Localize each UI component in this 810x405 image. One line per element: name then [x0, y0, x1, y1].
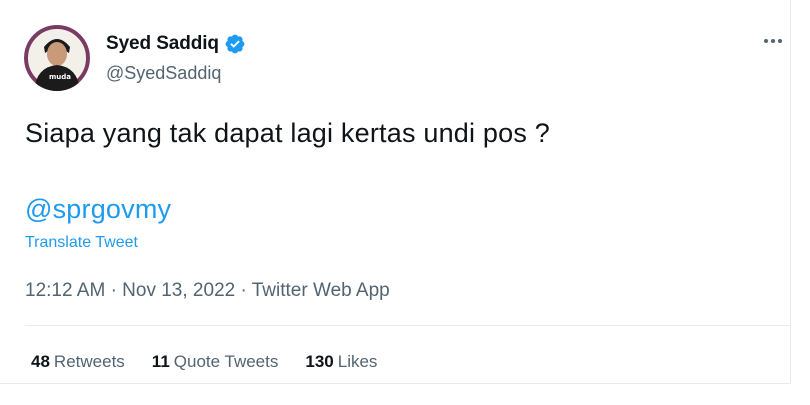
- meta-separator: ·: [110, 280, 117, 301]
- translate-tweet-link[interactable]: Translate Tweet: [25, 234, 138, 252]
- tweet-meta: 12:12 AM · Nov 13, 2022 · Twitter Web Ap…: [25, 280, 390, 302]
- quote-tweets-stat[interactable]: 11 Quote Tweets: [152, 352, 279, 372]
- retweets-count: 48: [31, 352, 50, 371]
- author-handle[interactable]: @SyedSaddiq: [106, 63, 221, 84]
- tweet-card: muda Syed Saddiq @SyedSaddiq Siapa yang …: [0, 0, 791, 384]
- more-options-icon[interactable]: [764, 36, 788, 46]
- verified-badge-icon: [224, 33, 246, 55]
- author-name-row: Syed Saddiq: [106, 33, 246, 55]
- likes-stat[interactable]: 130 Likes: [305, 352, 377, 372]
- dot: [778, 39, 782, 43]
- avatar-image: muda: [24, 25, 90, 91]
- engagement-stats: 48 Retweets 11 Quote Tweets 130 Likes: [31, 352, 377, 372]
- avatar[interactable]: muda: [24, 25, 90, 91]
- tweet-date[interactable]: Nov 13, 2022: [122, 280, 235, 301]
- tweet-text: Siapa yang tak dapat lagi kertas undi po…: [25, 118, 550, 148]
- divider: [25, 325, 790, 326]
- retweets-stat[interactable]: 48 Retweets: [31, 352, 125, 372]
- dot: [771, 39, 775, 43]
- tweet-source[interactable]: Twitter Web App: [252, 280, 390, 301]
- mention-link[interactable]: @sprgovmy: [25, 194, 171, 225]
- quote-tweets-count: 11: [151, 352, 170, 371]
- meta-separator: ·: [240, 280, 247, 301]
- quote-tweets-label: Quote Tweets: [173, 352, 279, 371]
- tweet-time[interactable]: 12:12 AM: [25, 280, 105, 301]
- dot: [764, 39, 768, 43]
- shirt-text: muda: [49, 73, 71, 81]
- retweets-label: Retweets: [53, 352, 125, 371]
- likes-count: 130: [305, 352, 334, 371]
- likes-label: Likes: [337, 352, 378, 371]
- author-display-name[interactable]: Syed Saddiq: [106, 33, 219, 55]
